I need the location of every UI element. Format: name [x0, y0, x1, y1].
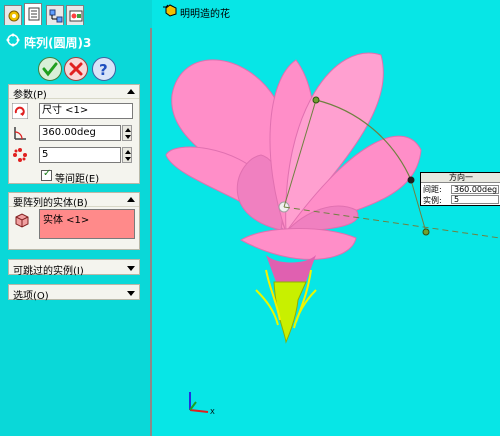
options-header[interactable]: 选项(O) [9, 285, 139, 302]
feature-title-row: 阵列(圆周)3 [0, 28, 152, 54]
count-field[interactable]: 5 [39, 147, 121, 163]
tab-configuration-manager[interactable] [46, 5, 64, 25]
circular-pattern-icon [6, 33, 20, 47]
tab-display-manager[interactable] [66, 5, 84, 25]
params-section: 参数(P) 尺寸 <1> 360.00deg 5 ✓ 等间距(E) [8, 84, 140, 185]
bodies-list[interactable]: 实体 <1> [39, 209, 135, 239]
help-button[interactable]: ? [92, 57, 116, 81]
ok-button[interactable] [38, 57, 62, 81]
question-icon: ? [99, 61, 108, 79]
axis-row: 尺寸 <1> [9, 101, 139, 121]
collapse-icon [127, 89, 135, 94]
sepal [255, 289, 279, 326]
bodies-header[interactable]: 要阵列的实体(B) [9, 193, 139, 209]
sketch-point[interactable] [312, 96, 320, 104]
bodies-header-label: 要阵列的实体(B) [13, 198, 88, 209]
flower-model: X [165, 52, 500, 416]
callout-title: 方向一 [421, 173, 500, 183]
tab-property-manager[interactable] [24, 3, 42, 25]
skip-instances-label: 可跳过的实例(I) [13, 266, 84, 277]
expand-icon [127, 291, 135, 296]
solidworks-window: 阵列(圆周)3 ? 参数(P) 尺寸 <1> 360.00deg 5 ✓ 等间距… [0, 0, 500, 436]
svg-text:X: X [210, 408, 215, 416]
sketch-point[interactable] [422, 228, 430, 236]
angle-spinner[interactable] [122, 125, 132, 141]
solid-body-icon [15, 213, 29, 228]
graphics-area[interactable]: 明明造的花 X 方向一 间距: 360.00deg 实例: 5 [156, 0, 500, 436]
display-manager-icon [69, 10, 83, 22]
rotate-axis-icon[interactable] [12, 103, 28, 119]
coordinate-triad: X [189, 392, 215, 416]
x-icon [69, 62, 83, 76]
property-manager-panel: 阵列(圆周)3 ? 参数(P) 尺寸 <1> 360.00deg 5 ✓ 等间距… [0, 0, 152, 436]
direction-handle[interactable] [407, 176, 415, 184]
expand-icon [127, 266, 135, 271]
cancel-button[interactable] [64, 57, 88, 81]
angle-field[interactable]: 360.00deg [39, 125, 121, 141]
equal-spacing-checkbox[interactable] [41, 168, 52, 181]
collapse-icon [127, 197, 135, 202]
flower-cup [239, 228, 357, 260]
property-manager-icon [28, 7, 40, 21]
tab-feature-manager[interactable] [4, 5, 22, 25]
params-header-label: 参数(P) [13, 90, 47, 101]
skip-instances-header[interactable]: 可跳过的实例(I) [9, 260, 139, 277]
equal-spacing-label[interactable]: 等间距(E) [55, 170, 99, 185]
count-spinner[interactable] [122, 147, 132, 163]
bodies-section: 要阵列的实体(B) 实体 <1> [8, 192, 140, 250]
angle-row: 360.00deg [9, 123, 139, 143]
feature-title: 阵列(圆周)3 [24, 36, 92, 50]
feature-tree-icon [8, 10, 20, 22]
configuration-manager-icon [49, 9, 63, 23]
pattern-callout: 方向一 间距: 360.00deg 实例: 5 [420, 172, 500, 206]
manager-tabs [0, 0, 152, 28]
angle-icon [14, 127, 26, 140]
callout-instances-field[interactable]: 5 [451, 195, 499, 204]
skip-instances-section: 可跳过的实例(I) [8, 259, 140, 277]
svg-text:?: ? [99, 61, 108, 79]
axis-field[interactable]: 尺寸 <1> [39, 103, 133, 119]
action-buttons: ? [0, 54, 152, 84]
callout-instances-label: 实例: [423, 196, 442, 205]
callout-spacing-field[interactable]: 360.00deg [451, 185, 499, 194]
instance-count-icon [13, 148, 27, 162]
bodies-list-item[interactable]: 实体 <1> [43, 215, 89, 226]
check-icon [42, 62, 58, 77]
callout-spacing-label: 间距: [423, 185, 442, 194]
options-label: 选项(O) [13, 291, 49, 302]
count-row: 5 [9, 145, 139, 165]
params-header[interactable]: 参数(P) [9, 85, 139, 101]
equal-spacing-row: 等间距(E) [9, 168, 139, 185]
options-section: 选项(O) [8, 284, 140, 302]
